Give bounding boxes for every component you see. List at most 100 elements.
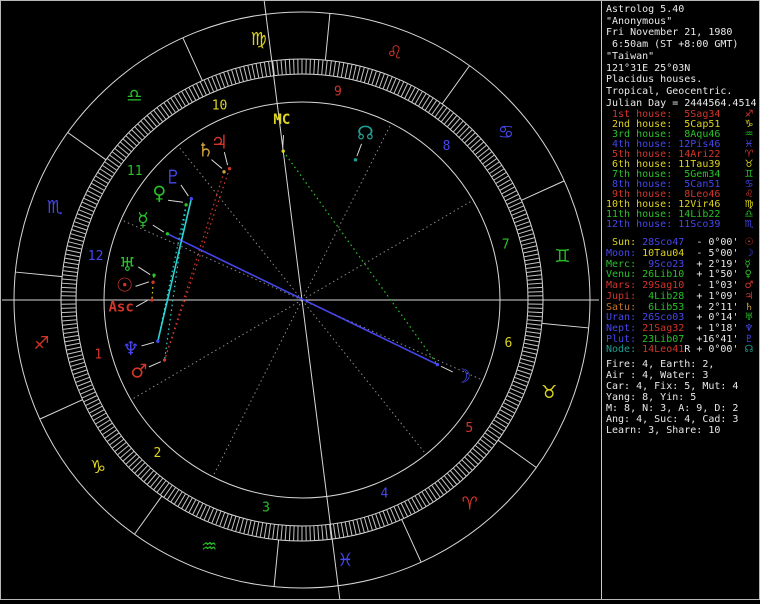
degree-tick [256, 63, 259, 78]
zodiac-aquarius-glyph: ♒ [201, 537, 217, 558]
degree-tick [428, 100, 436, 112]
zodiac-taurus-glyph: ♉ [541, 382, 557, 403]
degree-tick [240, 67, 244, 81]
planet-pointer [153, 225, 164, 232]
degree-tick [277, 60, 279, 75]
degree-tick [456, 465, 466, 476]
degree-tick [244, 66, 248, 81]
degree-tick [341, 63, 344, 78]
degree-tick [353, 65, 356, 80]
degree-tick [330, 61, 332, 76]
sign-divider [442, 66, 469, 104]
degree-tick [135, 127, 145, 138]
degree-tick [357, 519, 361, 534]
house-cusp-spoke [121, 220, 302, 300]
astrolog-window: { "app_title": "Astrolog 5.40", "colors"… [0, 0, 760, 600]
degree-tick [129, 133, 140, 143]
degree-tick [63, 266, 78, 268]
degree-tick [520, 358, 534, 362]
degree-tick [487, 430, 499, 439]
planet-dot [222, 170, 225, 173]
degree-tick [453, 121, 463, 132]
degree-tick [432, 485, 441, 497]
degree-tick [470, 139, 481, 149]
degree-tick [100, 423, 113, 431]
degree-tick [473, 142, 484, 152]
degree-tick [524, 254, 539, 257]
planet-dot [166, 232, 169, 235]
degree-tick [462, 460, 473, 471]
degree-tick [117, 145, 128, 155]
planet-dot [190, 197, 193, 200]
degree-tick [444, 476, 453, 488]
house-number-5: 5 [465, 421, 473, 436]
degree-tick [74, 222, 88, 227]
degree-tick [519, 362, 533, 366]
degree-tick [467, 454, 478, 464]
degree-tick [528, 308, 543, 309]
zodiac-cancer-glyph: ♋ [498, 122, 514, 143]
sign-divider [542, 323, 589, 328]
info-panel: Astrolog 5.40"Anonymous"Fri November 21,… [601, 0, 759, 600]
zodiac-gemini-glyph: ♊ [554, 246, 570, 267]
degree-tick [74, 374, 88, 379]
degree-tick [528, 287, 543, 288]
degree-tick [65, 258, 80, 261]
wheel-sun-glyph: ☉ [116, 274, 133, 296]
degree-tick [364, 68, 368, 82]
degree-tick [487, 162, 499, 171]
planet-row: Node: 14Leo41R + 0°00' ☊ [606, 345, 759, 356]
aspect-line-sun-asc [152, 282, 153, 300]
degree-tick [527, 275, 542, 277]
degree-tick [65, 343, 80, 346]
degree-tick [126, 136, 137, 146]
degree-tick [489, 165, 501, 173]
degree-tick [61, 308, 76, 309]
degree-tick [68, 355, 83, 359]
stats-line: Ang: 4, Suc: 4, Cad: 3 [606, 414, 759, 425]
zodiac-pisces-glyph: ♓ [337, 550, 353, 571]
planet-pointer [149, 362, 161, 367]
degree-tick [364, 517, 368, 531]
degree-tick [368, 516, 372, 530]
degree-tick [248, 65, 251, 80]
degree-tick [248, 520, 251, 535]
degree-tick [129, 457, 140, 467]
degree-tick [76, 377, 90, 382]
degree-tick [63, 328, 78, 330]
degree-tick [98, 172, 111, 180]
degree-tick [525, 335, 540, 337]
degree-tick [521, 242, 536, 246]
degree-tick [62, 279, 77, 280]
degree-tick [69, 358, 83, 362]
degree-tick [268, 524, 270, 539]
sign-divider [40, 400, 83, 419]
stats-line: Learn: 3, Share: 10 [606, 425, 759, 436]
sign-divider [183, 38, 202, 81]
degree-tick [516, 374, 530, 379]
degree-tick [117, 445, 128, 455]
degree-tick [438, 480, 447, 492]
planet-dot [151, 281, 154, 284]
planet-glyph: ♂ [745, 280, 754, 291]
degree-tick [318, 60, 319, 75]
degree-tick [435, 105, 444, 117]
planet-dot [163, 358, 166, 361]
header-line: Julian Day = 2444564.4514 [606, 98, 759, 110]
degree-tick [326, 525, 328, 540]
house-number-1: 1 [94, 348, 102, 363]
degree-tick [285, 525, 286, 540]
planet-pointer [181, 185, 188, 196]
header-line: Placidus houses. [606, 74, 759, 86]
degree-tick [167, 100, 175, 112]
degree-tick [526, 328, 541, 330]
sign-divider [134, 496, 161, 534]
degree-tick [110, 155, 122, 164]
degree-tick [349, 64, 352, 79]
degree-tick [368, 70, 372, 84]
mc-dot [282, 149, 285, 152]
degree-tick [141, 121, 151, 132]
house-number-9: 9 [334, 85, 342, 100]
degree-tick [441, 110, 450, 122]
house-number-2: 2 [153, 446, 161, 461]
